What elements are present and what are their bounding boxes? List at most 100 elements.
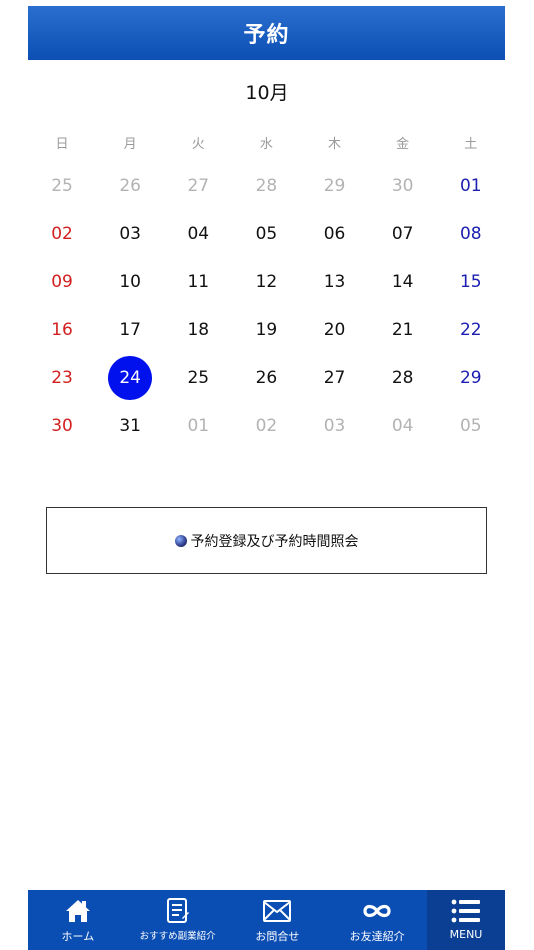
calendar-day-number: 03 [323, 416, 346, 436]
calendar-day[interactable]: 22 [437, 306, 505, 354]
home-icon [65, 897, 91, 925]
calendar-day-number: 26 [255, 368, 278, 388]
calendar-day[interactable]: 26 [232, 354, 300, 402]
reservation-page: 予約 10月 日 月 火 水 木 金 土 25 26 27 28 29 30 01 02 03 0… [0, 0, 534, 950]
calendar-week-row: 30 31 01 02 03 04 05 [28, 402, 505, 450]
calendar-day-number: 29 [459, 368, 482, 388]
tab-contact[interactable]: お問合せ [228, 890, 328, 950]
calendar-day[interactable]: 19 [232, 306, 300, 354]
tab-menu[interactable]: MENU [427, 890, 505, 950]
calendar-day[interactable]: 21 [369, 306, 437, 354]
calendar-day[interactable]: 27 [164, 162, 232, 210]
tab-home-label: ホーム [61, 930, 95, 943]
calendar-day[interactable]: 10 [96, 258, 164, 306]
calendar-day-number: 31 [119, 416, 141, 436]
calendar-day-number: 25 [51, 176, 73, 196]
tab-contact-label: お問合せ [255, 930, 300, 943]
calendar-week-row: 23 24 25 26 27 28 29 [28, 354, 505, 402]
calendar-grid: 25 26 27 28 29 30 01 02 03 04 05 06 07 08 09 10 11 12 13 14… [28, 162, 505, 450]
calendar-day[interactable]: 01 [164, 402, 232, 450]
calendar-day-number: 19 [255, 320, 278, 340]
calendar-day-number: 22 [459, 320, 482, 340]
calendar-day[interactable]: 18 [164, 306, 232, 354]
calendar-day[interactable]: 29 [301, 162, 369, 210]
tab-recommended-side-jobs-label: おすすめ副業紹介 [139, 931, 216, 942]
calendar-day-number: 16 [51, 320, 73, 340]
calendar-day-number: 03 [119, 224, 141, 244]
calendar-week-row: 25 26 27 28 29 30 01 [28, 162, 505, 210]
calendar-day-number: 12 [255, 272, 278, 292]
calendar: 日 月 火 水 木 金 土 25 26 27 28 29 30 01 02 03 04 05 06 07… [28, 122, 505, 450]
calendar-day-number: 29 [323, 176, 346, 196]
calendar-day[interactable]: 04 [164, 210, 232, 258]
calendar-day[interactable]: 08 [437, 210, 505, 258]
calendar-day-number: 02 [51, 224, 73, 244]
calendar-day[interactable]: 20 [301, 306, 369, 354]
page-title: 予約 [243, 23, 290, 48]
calendar-day[interactable]: 07 [369, 210, 437, 258]
calendar-day-number: 05 [255, 224, 278, 244]
calendar-day[interactable]: 11 [164, 258, 232, 306]
calendar-day-number: 10 [119, 272, 141, 292]
calendar-day[interactable]: 15 [437, 258, 505, 306]
calendar-day-number: 24 [108, 356, 153, 400]
calendar-day-number: 25 [187, 368, 210, 388]
calendar-day[interactable]: 27 [301, 354, 369, 402]
calendar-day-number: 17 [119, 320, 141, 340]
weekday-tue: 火 [191, 136, 205, 152]
calendar-day[interactable]: 17 [96, 306, 164, 354]
calendar-day[interactable]: 09 [28, 258, 96, 306]
bottom-tab-bar: ホーム おすすめ副業紹介 お問合せ お友達紹介 MENU [28, 890, 505, 950]
weekday-header-row: 日 月 火 水 木 金 土 [28, 122, 505, 162]
month-label: 10月 [245, 82, 289, 104]
calendar-day-number: 15 [459, 272, 482, 292]
app-header: 予約 [28, 6, 505, 60]
calendar-day[interactable]: 31 [96, 402, 164, 450]
calendar-day-number: 14 [391, 272, 414, 292]
infinity-icon [362, 897, 392, 925]
calendar-day[interactable]: 02 [28, 210, 96, 258]
calendar-day[interactable]: 28 [232, 162, 300, 210]
calendar-day-number: 27 [323, 368, 346, 388]
calendar-day[interactable]: 01 [437, 162, 505, 210]
calendar-day-number: 30 [391, 176, 414, 196]
tab-menu-label: MENU [449, 928, 483, 941]
calendar-day-number: 21 [391, 320, 414, 340]
calendar-day-number: 09 [51, 272, 73, 292]
tab-home[interactable]: ホーム [28, 890, 128, 950]
calendar-day-selected[interactable]: 24 [96, 354, 164, 402]
calendar-day[interactable]: 12 [232, 258, 300, 306]
calendar-day[interactable]: 13 [301, 258, 369, 306]
tab-refer-friend[interactable]: お友達紹介 [327, 890, 427, 950]
calendar-day[interactable]: 02 [232, 402, 300, 450]
calendar-day[interactable]: 14 [369, 258, 437, 306]
reservation-lookup-label: 予約登録及び予約時間照会 [190, 533, 359, 550]
calendar-day[interactable]: 23 [28, 354, 96, 402]
calendar-day[interactable]: 25 [164, 354, 232, 402]
calendar-day[interactable]: 30 [369, 162, 437, 210]
calendar-day[interactable]: 04 [369, 402, 437, 450]
calendar-day[interactable]: 26 [96, 162, 164, 210]
calendar-day[interactable]: 03 [96, 210, 164, 258]
calendar-day[interactable]: 05 [232, 210, 300, 258]
calendar-day-number: 28 [255, 176, 278, 196]
calendar-day[interactable]: 16 [28, 306, 96, 354]
tab-refer-friend-label: お友達紹介 [349, 930, 405, 943]
calendar-day-number: 26 [119, 176, 141, 196]
calendar-day[interactable]: 06 [301, 210, 369, 258]
calendar-day[interactable]: 03 [301, 402, 369, 450]
calendar-day-number: 07 [391, 224, 414, 244]
calendar-day[interactable]: 05 [437, 402, 505, 450]
calendar-day[interactable]: 29 [437, 354, 505, 402]
calendar-day-number: 01 [459, 176, 482, 196]
weekday-mon: 月 [123, 136, 137, 152]
calendar-day[interactable]: 25 [28, 162, 96, 210]
tab-recommended-side-jobs[interactable]: おすすめ副業紹介 [128, 890, 228, 950]
calendar-day-number: 18 [187, 320, 210, 340]
calendar-day[interactable]: 30 [28, 402, 96, 450]
hamburger-menu-icon [451, 897, 481, 925]
calendar-day[interactable]: 28 [369, 354, 437, 402]
reservation-lookup-button[interactable]: 予約登録及び予約時間照会 [46, 507, 487, 574]
calendar-day-number: 23 [51, 368, 73, 388]
calendar-day-number: 04 [391, 416, 414, 436]
